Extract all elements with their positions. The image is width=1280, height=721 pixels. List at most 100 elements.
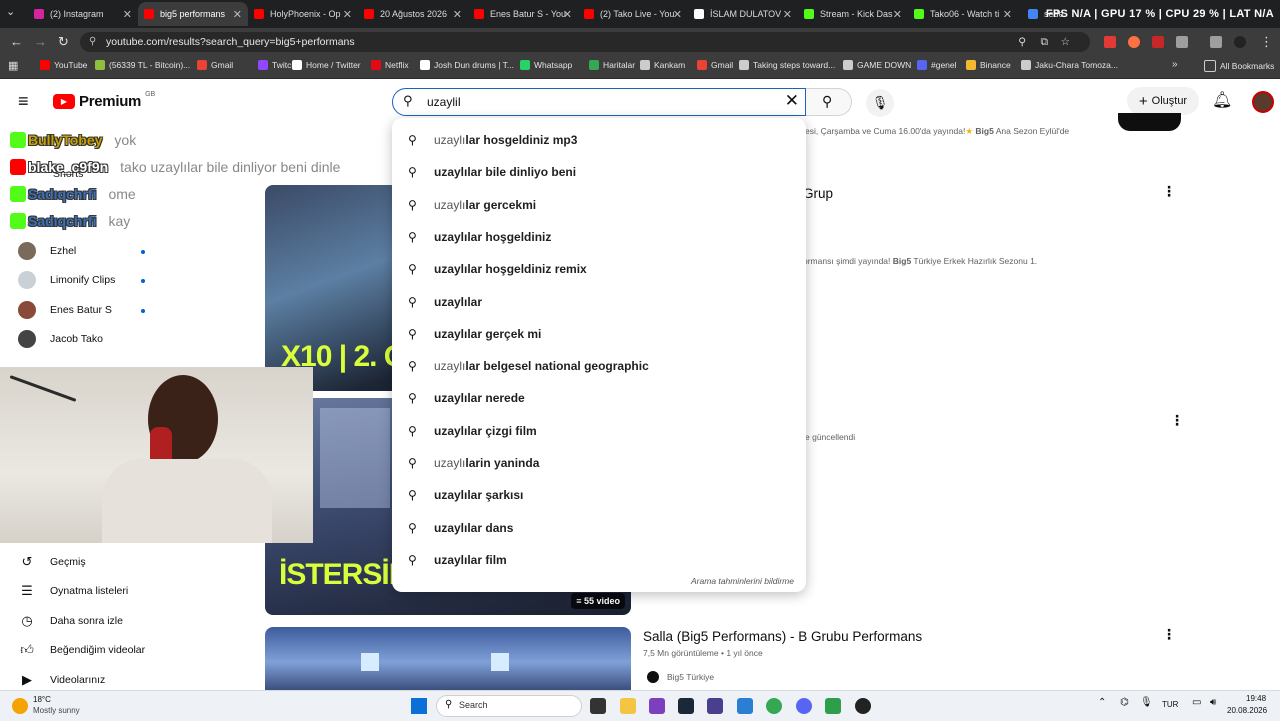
tab-close-icon[interactable]: ✕ [343,8,352,21]
discord-icon[interactable] [796,698,812,714]
taskbar-search[interactable]: ⚲ Search [436,695,582,717]
volume-icon[interactable]: 🔊︎ [1210,697,1216,708]
display-icon[interactable]: ▭ [1192,697,1201,708]
browser-tab[interactable]: Stream - Kick Das ✕ [798,2,908,26]
clock-time[interactable]: 19:48 [1246,694,1266,703]
bookmark-item[interactable]: Josh Dun drums | T... [420,60,514,70]
more-actions-icon[interactable]: ⋮ [1170,412,1184,429]
sidebar-item[interactable]: ▶ Videolarınız [18,672,105,688]
bookmark-item[interactable]: Jaku-Chara Tomoza... [1021,60,1118,70]
youtube-premium-logo[interactable]: ▶ Premium GB [53,91,155,110]
reload-icon[interactable]: ↻ [58,34,69,50]
tab-close-icon[interactable]: ✕ [563,8,572,21]
sidebar-subscription[interactable]: Jacob Tako [18,330,103,348]
site-info-icon[interactable]: ⚲ [89,32,96,52]
sidebar-item[interactable]: ◷ Daha sonra izle [18,613,123,629]
bookmark-item[interactable]: YouTube [40,60,87,70]
menu-dots-icon[interactable]: ⋮ [1260,34,1273,50]
video-thumbnail[interactable] [265,627,631,697]
video-title[interactable]: Grup [803,186,833,201]
bookmark-item[interactable]: Gmail [697,60,733,70]
browser-tab[interactable]: İSLAM DULATOV ✕ [688,2,798,26]
search-suggestion[interactable]: ⚲ uzaylılar şarkısı [408,482,523,508]
clear-search-icon[interactable]: ✕ [785,91,799,111]
browser-tab[interactable]: 20 Ağustos 2026 ✕ [358,2,468,26]
voice-search-icon[interactable]: 🎙︎ [866,89,894,117]
channel-subscribe-pill[interactable] [1118,113,1181,131]
bookmark-item[interactable]: (56339 TL - Bitcoin)... [95,60,190,70]
search-suggestion[interactable]: ⚲ uzaylılar gerçek mi [408,321,541,347]
extension-icon[interactable] [1128,36,1140,48]
tab-close-icon[interactable]: ✕ [783,8,792,21]
language-indicator[interactable]: TUR [1162,700,1178,709]
browser-tab[interactable]: (2) Tako Live - You ✕ [578,2,688,26]
obs-icon[interactable] [855,698,871,714]
report-predictions-link[interactable]: Arama tahminlerini bildirme [691,576,794,586]
search-suggestion[interactable]: ⚲ uzaylılar film [408,547,507,573]
bookmark-item[interactable]: Home / Twitter [292,60,361,70]
search-button[interactable]: ⚲ [806,88,852,116]
bookmark-item[interactable]: GAME DOWN [843,60,911,70]
task-view-icon[interactable] [590,698,606,714]
tab-close-icon[interactable]: ✕ [673,8,682,21]
file-explorer-icon[interactable] [620,698,636,714]
app-icon[interactable] [825,698,841,714]
bookmark-item[interactable]: Gmail [197,60,233,70]
create-button[interactable]: + Oluştur [1127,87,1199,115]
tab-close-icon[interactable]: ✕ [453,8,462,21]
extensions-puzzle-icon[interactable] [1176,36,1188,48]
search-suggestion[interactable]: ⚲ uzaylı lar gercekmi [408,192,536,218]
bookmark-item[interactable]: Netflix [371,60,409,70]
profile-avatar[interactable] [1234,36,1246,48]
tab-close-icon[interactable]: ✕ [123,8,132,21]
search-input[interactable]: ⚲ uzayliI ✕ [392,88,806,116]
browser-tab[interactable]: Enes Batur S - You ✕ [468,2,578,26]
channel-link[interactable]: Big5 Türkiye [647,671,714,683]
bookmark-item[interactable]: Taking steps toward... [739,60,835,70]
network-icon[interactable]: ⌬ [1120,697,1129,708]
browser-tab[interactable]: (2) Instagram ✕ [28,2,138,26]
tab-close-icon[interactable]: ✕ [1003,8,1012,21]
app-icon[interactable] [737,698,753,714]
zoom-icon[interactable]: ⚲ [1018,32,1026,52]
forward-icon[interactable]: → [34,34,47,49]
sidebar-subscription[interactable]: Limonify Clips [18,271,115,289]
weather-icon[interactable] [12,698,28,714]
sidebar-item[interactable]: ↺ Geçmiş [18,554,86,570]
browser-tab[interactable]: HolyPhoenix - Op ✕ [248,2,358,26]
app-icon[interactable] [649,698,665,714]
hamburger-menu-icon[interactable]: ≡ [18,91,29,112]
clock-date[interactable]: 20.08.2026 [1227,706,1267,715]
browser-tab[interactable]: big5 performans ✕ [138,2,248,26]
start-windows-icon[interactable] [411,698,427,714]
tray-overflow-icon[interactable]: ⌃ [1098,697,1106,708]
tab-list-dropdown-icon[interactable]: ⌄ [6,5,15,18]
search-suggestion[interactable]: ⚲ uzaylı larin yaninda [408,450,539,476]
all-bookmarks-button[interactable]: All Bookmarks [1204,60,1274,72]
search-suggestion[interactable]: ⚲ uzaylılar çizgi film [408,418,537,444]
reading-list-icon[interactable] [1210,36,1222,48]
extension-icon[interactable] [1152,36,1164,48]
sidebar-subscription[interactable]: Enes Batur S [18,301,112,319]
search-suggestion[interactable]: ⚲ uzaylılar [408,289,482,315]
url-field[interactable]: ⚲ youtube.com/results?search_query=big5+… [80,32,1090,52]
bookmark-item[interactable]: Binance [966,60,1011,70]
more-actions-icon[interactable]: ⋮ [1162,626,1176,643]
bookmark-item[interactable]: Twitch [258,60,296,70]
tab-close-icon[interactable]: ✕ [233,8,242,21]
notifications-bell-icon[interactable]: 🔔︎ [1212,90,1232,110]
search-suggestion[interactable]: ⚲ uzaylı lar hosgeldiniz mp3 [408,127,577,153]
search-suggestion[interactable]: ⚲ uzaylılar hoşgeldiniz remix [408,256,587,282]
search-suggestion[interactable]: ⚲ uzaylılar hoşgeldiniz [408,224,551,250]
browser-tab[interactable]: Tako06 - Watch ti ✕ [908,2,1018,26]
bookmark-item[interactable]: Haritalar [589,60,635,70]
steam-icon[interactable] [678,698,694,714]
video-title[interactable]: Salla (Big5 Performans) - B Grubu Perfor… [643,629,922,644]
search-suggestion[interactable]: ⚲ uzaylılar bile dinliyo beni [408,159,576,185]
search-suggestion[interactable]: ⚲ uzaylı lar belgesel national geographic [408,353,649,379]
bookmark-star-icon[interactable]: ☆ [1061,32,1070,52]
account-avatar[interactable] [1252,91,1274,113]
sidebar-subscription[interactable]: Ezhel [18,242,76,260]
install-icon[interactable]: ⧉ [1041,32,1049,52]
search-suggestion[interactable]: ⚲ uzaylılar dans [408,515,513,541]
